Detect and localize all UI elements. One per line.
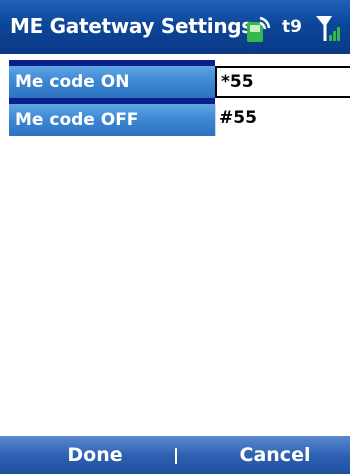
- phone-icon: [247, 16, 271, 42]
- t9-indicator: t9: [282, 17, 302, 37]
- done-button[interactable]: Done: [30, 436, 160, 474]
- me-code-off-row: Me code OFF #55: [0, 98, 350, 142]
- me-code-on-field[interactable]: *55: [215, 66, 350, 98]
- settings-content: Me code ON *55 Me code OFF #55: [0, 54, 350, 436]
- softkey-bar: Done Cancel: [0, 436, 350, 474]
- softkey-divider: [175, 448, 177, 464]
- signal-icon: [316, 16, 340, 41]
- title-bar: ME Gatetway Settings t9: [0, 0, 350, 54]
- me-code-off-field[interactable]: #55: [215, 104, 350, 136]
- me-code-on-label: Me code ON: [9, 66, 215, 98]
- window-title: ME Gatetway Settings: [10, 14, 253, 38]
- cancel-button[interactable]: Cancel: [200, 436, 350, 474]
- me-code-off-label: Me code OFF: [9, 104, 215, 136]
